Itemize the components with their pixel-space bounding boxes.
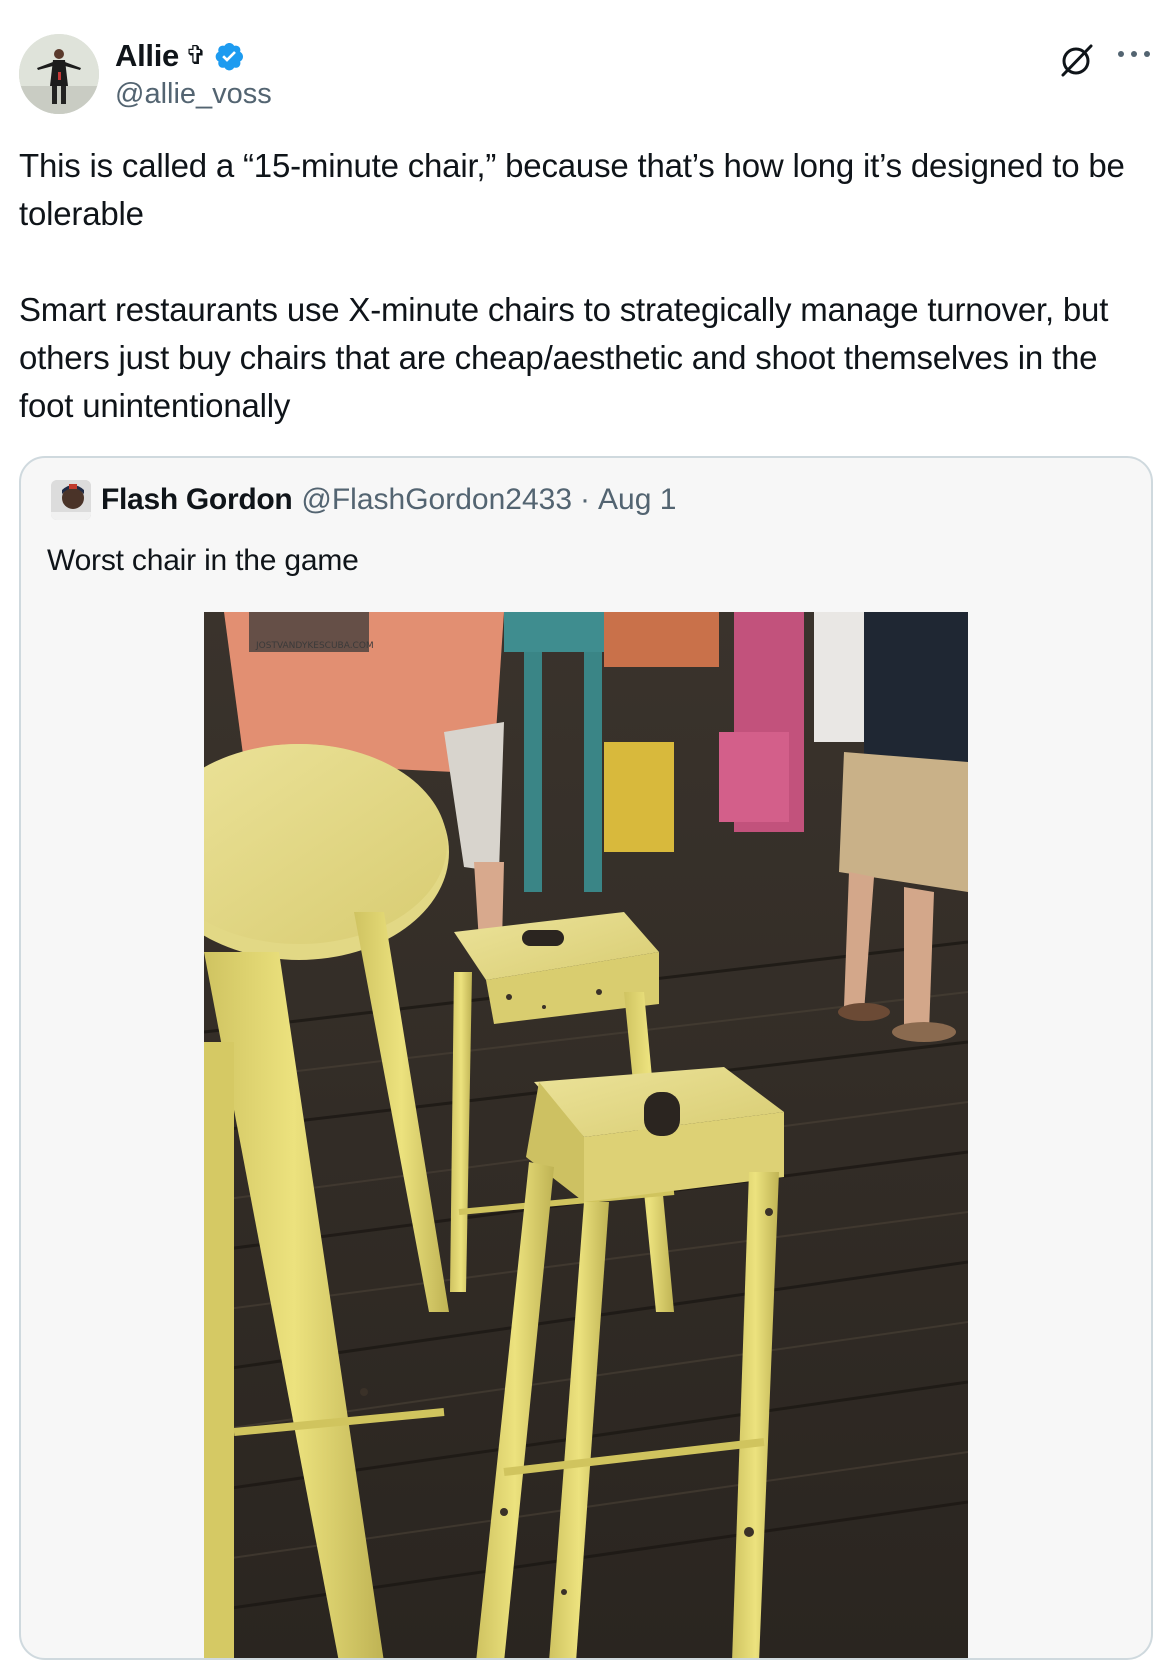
quoted-tweet-text: Worst chair in the game: [47, 544, 359, 577]
tweet-paragraph: Smart restaurants use X-minute chairs to…: [19, 291, 1109, 424]
author-name-emoji: ✞: [184, 41, 207, 71]
quoted-tweet-photo[interactable]: JOSTVANDYKESCUBA.COM: [204, 612, 968, 1660]
quoted-tweet-date[interactable]: Aug 1: [598, 483, 676, 517]
author-name-row: Allie ✞: [115, 36, 272, 76]
shirt-print: JOSTVANDYKESCUBA.COM: [255, 641, 374, 651]
author-block: Allie ✞ @allie_voss: [115, 36, 272, 111]
more-icon[interactable]: [1115, 42, 1153, 66]
quoted-author-avatar[interactable]: [51, 480, 91, 520]
author-handle[interactable]: @allie_voss: [115, 78, 272, 111]
tweet-text: This is called a “15-minute chair,” beca…: [19, 142, 1154, 430]
quoted-author-avatar-image: [51, 480, 91, 520]
quoted-tweet-header: Flash Gordon @FlashGordon2433 · Aug 1: [51, 480, 676, 520]
tweet-paragraph: This is called a “15-minute chair,” beca…: [19, 147, 1125, 232]
grok-icon[interactable]: [1057, 40, 1097, 80]
author-avatar-image: [19, 34, 99, 114]
quoted-author-handle[interactable]: @FlashGordon2433: [301, 483, 572, 517]
quoted-tweet-card[interactable]: Flash Gordon @FlashGordon2433 · Aug 1 Wo…: [19, 456, 1153, 1660]
author-display-name[interactable]: Allie: [115, 38, 179, 74]
header-separator: ·: [580, 483, 591, 516]
tweet: Allie ✞ @allie_voss This is called a “15…: [0, 0, 1170, 1660]
quoted-author-name[interactable]: Flash Gordon: [101, 483, 293, 517]
author-avatar[interactable]: [19, 34, 99, 114]
verified-badge-icon[interactable]: [213, 40, 245, 72]
